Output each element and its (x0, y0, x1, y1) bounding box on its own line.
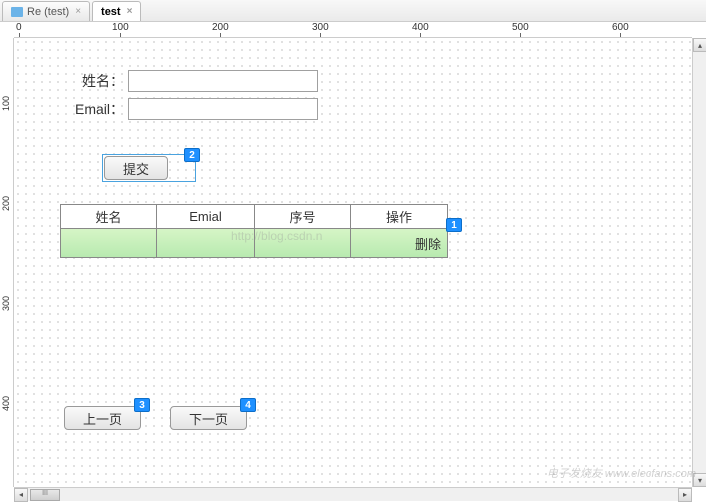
tab-label: test (101, 6, 121, 18)
col-header-action: 操作 (351, 205, 447, 229)
vertical-scrollbar[interactable]: ▴ ▾ (692, 38, 706, 487)
horizontal-scrollbar[interactable]: ◂ III ▸ (14, 487, 692, 501)
table-header-row: 姓名 Emial 序号 操作 (61, 205, 447, 229)
order-badge-2[interactable]: 2 (184, 148, 200, 162)
name-label: 姓名： (68, 71, 124, 91)
email-input[interactable] (128, 98, 318, 120)
form-row-email: Email： (68, 98, 318, 120)
delete-link[interactable]: 删除 (351, 229, 447, 257)
scroll-thumb[interactable]: III (30, 489, 60, 501)
data-table[interactable]: 姓名 Emial 序号 操作 删除 http://blog.csdn.n (60, 204, 448, 258)
next-button[interactable]: 下一页 (170, 406, 247, 430)
email-label: Email： (68, 99, 124, 119)
tab-test[interactable]: test × (92, 1, 141, 21)
name-input[interactable] (128, 70, 318, 92)
scroll-left-icon[interactable]: ◂ (14, 488, 28, 502)
ruler-horizontal: 0 100 200 300 400 500 600 (14, 22, 692, 38)
tab-re-test[interactable]: Re (test) × (2, 1, 90, 21)
col-header-email: Emial (157, 205, 255, 229)
prev-button[interactable]: 上一页 (64, 406, 141, 430)
watermark-logo: 电子发烧友 www.elecfans.com (547, 465, 696, 481)
ruler-vertical: 100 200 300 400 (0, 38, 14, 487)
form-icon (11, 7, 23, 17)
close-icon[interactable]: × (127, 6, 133, 17)
order-badge-1[interactable]: 1 (446, 218, 462, 232)
tab-bar: Re (test) × test × (0, 0, 706, 22)
scroll-right-icon[interactable]: ▸ (678, 488, 692, 502)
design-canvas[interactable]: 姓名： Email： 提交 2 姓名 Emial 序号 操作 删除 http:/… (14, 38, 692, 487)
col-header-index: 序号 (255, 205, 351, 229)
order-badge-3[interactable]: 3 (134, 398, 150, 412)
close-icon[interactable]: × (75, 6, 81, 17)
watermark-url: http://blog.csdn.n (231, 229, 322, 243)
form-row-name: 姓名： (68, 70, 318, 92)
col-header-name: 姓名 (61, 205, 157, 229)
cell-name (61, 229, 157, 257)
scroll-up-icon[interactable]: ▴ (693, 38, 706, 52)
order-badge-4[interactable]: 4 (240, 398, 256, 412)
tab-label: Re (test) (27, 6, 69, 18)
submit-button[interactable]: 提交 (104, 156, 168, 180)
